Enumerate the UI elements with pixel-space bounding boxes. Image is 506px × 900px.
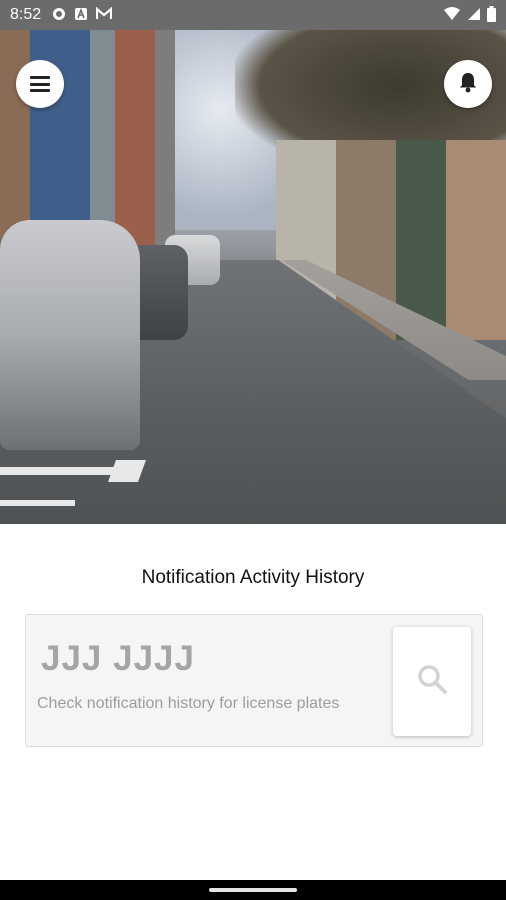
navigation-bar [0,880,506,900]
notifications-button[interactable] [444,60,492,108]
plate-input[interactable]: JJJ JJJJ [41,639,195,679]
hero-street-image [0,30,506,524]
hint-text: Check notification history for license p… [37,695,340,712]
signal-icon [467,7,481,26]
bell-icon [458,71,478,98]
gear-icon [52,7,66,21]
battery-icon [487,6,496,27]
home-handle[interactable] [209,888,297,892]
wifi-icon [443,7,461,26]
gmail-icon [95,6,113,21]
plate-search-card: JJJ JJJJ Check notification history for … [25,614,483,747]
status-bar: 8:52 [0,0,506,30]
search-button[interactable] [393,627,471,736]
menu-button[interactable] [16,60,64,108]
search-icon [416,663,448,700]
page-title: Notification Activity History [141,567,365,588]
menu-icon [30,76,50,92]
a-app-icon [74,7,88,21]
status-time: 8:52 [10,6,42,23]
